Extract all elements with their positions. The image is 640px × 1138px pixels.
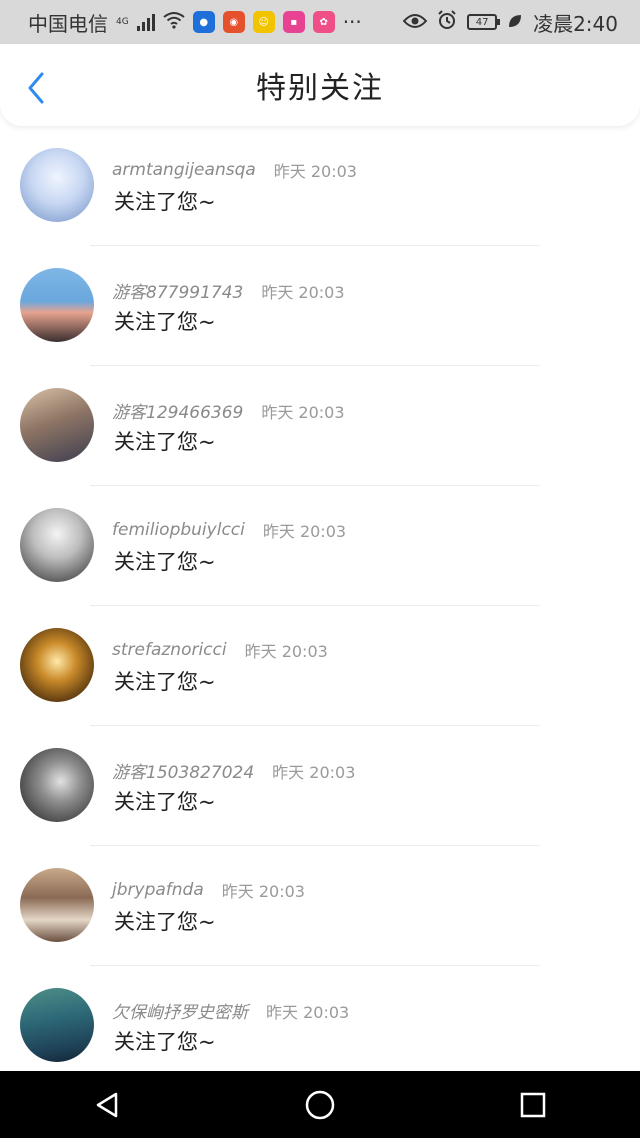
user-name[interactable]: 欠保峋抒罗史密斯 (112, 998, 248, 1023)
follow-message: 关注了您~ (114, 1030, 216, 1054)
alarm-icon (437, 9, 457, 35)
user-name[interactable]: jbrypafnda (112, 880, 204, 900)
app-notification-icon: ▪ (282, 11, 305, 33)
more-notifications-icon: ··· (342, 10, 362, 34)
user-name[interactable]: armtangijeansqa (112, 160, 256, 180)
user-name[interactable]: 游客1503827024 (112, 758, 254, 783)
timestamp: 昨天 20:03 (261, 402, 345, 422)
avatar[interactable] (20, 268, 94, 342)
follow-message: 关注了您~ (114, 910, 216, 934)
user-name[interactable]: femiliopbuiylcci (112, 520, 245, 540)
app-header: 特别关注 (0, 44, 640, 126)
timestamp: 昨天 20:03 (221, 882, 305, 901)
follow-message: 关注了您~ (114, 190, 216, 214)
user-name[interactable]: 游客877991743 (112, 278, 243, 303)
app-notification-icon: ● (192, 11, 215, 33)
circle-home-icon (305, 1090, 335, 1119)
timestamp: 昨天 20:03 (272, 762, 356, 782)
avatar[interactable] (20, 628, 94, 702)
follow-message: 关注了您~ (114, 310, 216, 334)
avatar[interactable] (20, 148, 94, 222)
page-title: 特别关注 (256, 71, 384, 106)
user-name[interactable]: strefaznoricci (112, 640, 227, 660)
list-item[interactable]: armtangijeansqa 昨天 20:03 关注了您~ (0, 126, 640, 246)
timestamp: 昨天 20:03 (261, 282, 345, 302)
list-item[interactable]: 游客129466369 昨天 20:03 关注了您~ (0, 366, 640, 486)
leaf-icon (507, 10, 523, 34)
signal-icon (136, 13, 155, 31)
eye-icon (402, 10, 428, 34)
avatar[interactable] (20, 988, 94, 1062)
battery-level: 47 (475, 16, 489, 28)
weibo-icon: ◉ (222, 11, 245, 33)
list-item[interactable]: 欠保峋抒罗史密斯 昨天 20:03 关注了您~ (0, 966, 640, 1086)
nav-recent-button[interactable] (493, 1075, 573, 1135)
app-notification-icon: ☺ (252, 11, 275, 33)
avatar[interactable] (20, 748, 94, 822)
avatar[interactable] (20, 508, 94, 582)
list-item[interactable]: 游客1503827024 昨天 20:03 关注了您~ (0, 726, 640, 846)
battery-icon: 47 (467, 14, 501, 30)
clock-label: 凌晨2:40 (533, 11, 618, 36)
chevron-left-icon (28, 72, 44, 104)
triangle-back-icon (96, 1092, 117, 1117)
carrier-label: 中国电信 (28, 11, 108, 36)
timestamp: 昨天 20:03 (262, 522, 347, 541)
timestamp: 昨天 20:03 (273, 162, 357, 181)
user-name[interactable]: 游客129466369 (112, 398, 243, 423)
list-item[interactable]: 游客877991743 昨天 20:03 关注了您~ (0, 246, 640, 366)
timestamp: 昨天 20:03 (244, 642, 328, 661)
follow-message: 关注了您~ (114, 670, 216, 694)
status-bar: 中国电信 4G ● ◉ ☺ ▪ ✿ ··· 47 凌晨2:40 (0, 0, 640, 44)
follow-message: 关注了您~ (114, 430, 216, 454)
nav-back-button[interactable] (67, 1075, 147, 1135)
list-item[interactable]: femiliopbuiylcci 昨天 20:03 关注了您~ (0, 486, 640, 606)
network-type-label: 4G (116, 17, 129, 27)
nav-home-button[interactable] (280, 1075, 360, 1135)
app-notification-icon: ✿ (312, 11, 335, 33)
list-item[interactable]: strefaznoricci 昨天 20:03 关注了您~ (0, 606, 640, 726)
timestamp: 昨天 20:03 (266, 1002, 350, 1022)
avatar[interactable] (20, 868, 94, 942)
system-nav-bar (0, 1071, 640, 1138)
square-recent-icon (521, 1092, 546, 1117)
follow-message: 关注了您~ (114, 550, 216, 574)
follow-message: 关注了您~ (114, 790, 216, 814)
avatar[interactable] (20, 388, 94, 462)
follow-list: armtangijeansqa 昨天 20:03 关注了您~ 游客8779917… (0, 126, 640, 1086)
back-button[interactable] (18, 70, 54, 106)
list-item[interactable]: jbrypafnda 昨天 20:03 关注了您~ (0, 846, 640, 966)
wifi-icon (163, 10, 185, 34)
